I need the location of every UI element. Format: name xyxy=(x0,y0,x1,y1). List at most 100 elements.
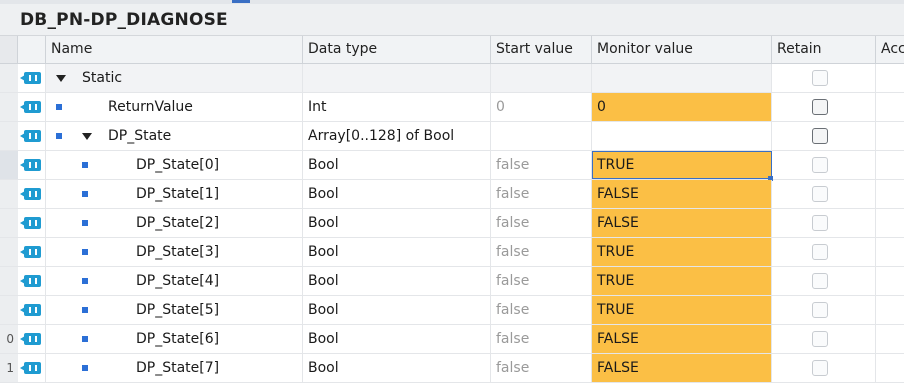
accessible-cell xyxy=(876,238,904,266)
table-row[interactable]: DP_State[2] Bool false FALSE xyxy=(0,209,904,238)
retain-cell xyxy=(772,296,876,324)
monitor-value-cell[interactable]: FALSE xyxy=(592,180,772,208)
monitor-value-cell[interactable]: TRUE xyxy=(592,238,772,266)
db-interface-icon xyxy=(20,188,41,200)
header-data-type[interactable]: Data type xyxy=(303,36,491,63)
name-cell[interactable]: ReturnValue xyxy=(46,93,303,121)
data-block-table: Name Data type Start value Monitor value… xyxy=(0,36,904,383)
table-row[interactable]: 0 DP_State[6] Bool false FALSE xyxy=(0,325,904,354)
table-row[interactable]: Static xyxy=(0,64,904,93)
monitor-value-cell[interactable]: TRUE xyxy=(592,151,773,181)
name-cell[interactable]: Static xyxy=(46,64,303,92)
retain-cell xyxy=(772,325,876,353)
retain-cell xyxy=(772,122,876,150)
monitor-value-cell[interactable]: TRUE xyxy=(592,267,772,295)
retain-checkbox[interactable] xyxy=(812,215,828,231)
name-cell[interactable]: DP_State[3] xyxy=(46,238,303,266)
monitor-value-cell[interactable]: FALSE xyxy=(592,209,772,237)
row-gutter xyxy=(0,209,18,237)
monitor-value-cell[interactable]: TRUE xyxy=(592,296,772,324)
start-value-cell[interactable]: 0 xyxy=(491,93,592,121)
table-row[interactable]: DP_State[4] Bool false TRUE xyxy=(0,267,904,296)
start-value-cell[interactable]: false xyxy=(491,354,592,382)
retain-cell xyxy=(772,238,876,266)
retain-cell xyxy=(772,93,876,121)
accessible-cell xyxy=(876,93,904,121)
retain-checkbox[interactable] xyxy=(812,99,828,115)
name-cell[interactable]: DP_State[2] xyxy=(46,209,303,237)
retain-checkbox[interactable] xyxy=(812,273,828,289)
retain-checkbox[interactable] xyxy=(812,157,828,173)
header-start-value[interactable]: Start value xyxy=(491,36,592,63)
table-row[interactable]: DP_State[0] Bool false TRUE xyxy=(0,151,904,181)
monitor-value-cell[interactable]: 0 xyxy=(592,93,772,121)
start-value-cell[interactable]: false xyxy=(491,180,592,208)
monitor-value-cell[interactable] xyxy=(592,64,772,92)
monitor-value-cell[interactable]: FALSE xyxy=(592,325,772,353)
retain-checkbox[interactable] xyxy=(812,302,828,318)
retain-checkbox[interactable] xyxy=(812,331,828,347)
row-name: DP_State[0] xyxy=(136,157,220,173)
member-bullet-icon xyxy=(82,191,88,197)
table-row[interactable]: DP_State Array[0..128] of Bool xyxy=(0,122,904,151)
name-cell[interactable]: DP_State[4] xyxy=(46,267,303,295)
row-icon-cell xyxy=(18,354,46,382)
retain-cell xyxy=(772,151,876,179)
header-monitor-value[interactable]: Monitor value xyxy=(592,36,772,63)
start-value-cell[interactable]: false xyxy=(491,209,592,237)
row-name: DP_State[3] xyxy=(136,244,220,260)
start-value-cell[interactable]: false xyxy=(491,296,592,324)
expand-triangle-icon[interactable] xyxy=(82,133,92,140)
retain-checkbox[interactable] xyxy=(812,186,828,202)
type-cell[interactable]: Bool xyxy=(303,325,491,353)
name-cell[interactable]: DP_State[7] xyxy=(46,354,303,382)
start-value-cell[interactable]: false xyxy=(491,267,592,295)
expand-triangle-icon[interactable] xyxy=(56,75,66,82)
type-cell[interactable]: Bool xyxy=(303,354,491,382)
name-cell[interactable]: DP_State[5] xyxy=(46,296,303,324)
table-row[interactable]: DP_State[5] Bool false TRUE xyxy=(0,296,904,325)
type-cell[interactable]: Bool xyxy=(303,180,491,208)
name-cell[interactable]: DP_State[6] xyxy=(46,325,303,353)
db-interface-icon xyxy=(20,130,41,142)
start-value-cell[interactable]: false xyxy=(491,325,592,353)
member-bullet-icon xyxy=(82,336,88,342)
monitor-value-cell[interactable] xyxy=(592,122,772,150)
header-retain[interactable]: Retain xyxy=(772,36,876,63)
start-value-cell[interactable]: false xyxy=(491,151,592,179)
type-cell[interactable]: Array[0..128] of Bool xyxy=(303,122,491,150)
accessible-cell xyxy=(876,209,904,237)
name-cell[interactable]: DP_State xyxy=(46,122,303,150)
type-cell[interactable]: Bool xyxy=(303,296,491,324)
retain-cell xyxy=(772,354,876,382)
retain-cell xyxy=(772,267,876,295)
monitor-value-cell[interactable]: FALSE xyxy=(592,354,772,382)
retain-checkbox[interactable] xyxy=(812,70,828,86)
retain-checkbox[interactable] xyxy=(812,128,828,144)
active-tab-indicator xyxy=(232,0,250,3)
name-cell[interactable]: DP_State[0] xyxy=(46,151,303,179)
retain-checkbox[interactable] xyxy=(812,244,828,260)
type-cell[interactable]: Bool xyxy=(303,267,491,295)
start-value-cell[interactable]: false xyxy=(491,238,592,266)
type-cell[interactable] xyxy=(303,64,491,92)
retain-checkbox[interactable] xyxy=(812,360,828,376)
table-row[interactable]: ReturnValue Int 0 0 xyxy=(0,93,904,122)
type-cell[interactable]: Bool xyxy=(303,151,491,179)
header-accessible[interactable]: Acc xyxy=(876,36,904,63)
block-title: DB_PN-DP_DIAGNOSE xyxy=(20,10,228,30)
table-row[interactable]: DP_State[3] Bool false TRUE xyxy=(0,238,904,267)
db-interface-icon xyxy=(20,217,41,229)
start-value-cell[interactable] xyxy=(491,64,592,92)
type-cell[interactable]: Bool xyxy=(303,238,491,266)
start-value-cell[interactable] xyxy=(491,122,592,150)
row-icon-cell xyxy=(18,209,46,237)
type-cell[interactable]: Bool xyxy=(303,209,491,237)
table-row[interactable]: DP_State[1] Bool false FALSE xyxy=(0,180,904,209)
type-cell[interactable]: Int xyxy=(303,93,491,121)
header-name[interactable]: Name xyxy=(46,36,303,63)
retain-cell xyxy=(772,209,876,237)
table-row[interactable]: 1 DP_State[7] Bool false FALSE xyxy=(0,354,904,383)
name-cell[interactable]: DP_State[1] xyxy=(46,180,303,208)
retain-cell xyxy=(772,180,876,208)
